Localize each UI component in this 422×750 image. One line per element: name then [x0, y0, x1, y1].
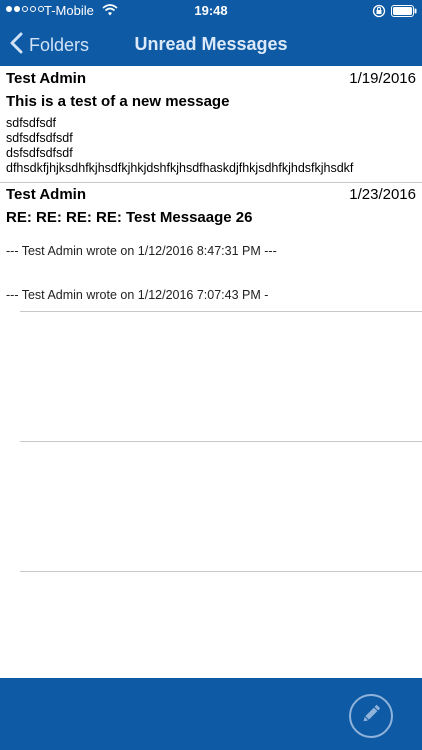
- pencil-icon: [359, 702, 383, 731]
- message-sender: Test Admin: [6, 70, 87, 87]
- status-time: 19:48: [194, 3, 228, 18]
- message-preview-line: sdfsdfsdf: [6, 116, 57, 130]
- row-divider: [20, 441, 422, 442]
- row-divider: [20, 311, 422, 312]
- message-subject: RE: RE: RE: RE: Test Messaage 26: [6, 209, 253, 226]
- message-preview-line: dfhsdkfjhjksdhfkjhsdfkjhkjdshfkjhsdfhask…: [6, 161, 354, 175]
- message-item[interactable]: Test Admin 1/19/2016 This is a test of a…: [0, 66, 422, 182]
- navigation-header: T-Mobile 19:48 Folders Unread Messages: [0, 0, 422, 66]
- battery-icon: [391, 5, 417, 20]
- message-item[interactable]: Test Admin 1/23/2016 RE: RE: RE: RE: Tes…: [0, 182, 422, 312]
- message-preview-line: dsfsdfsdfsdf: [6, 146, 73, 160]
- page-title: Unread Messages: [134, 34, 288, 54]
- message-preview-line: sdfsdfsdfsdf: [6, 131, 73, 145]
- message-sender: Test Admin: [6, 186, 87, 203]
- message-date: 1/19/2016: [349, 70, 416, 87]
- row-divider: [20, 571, 422, 572]
- message-date: 1/23/2016: [349, 186, 416, 203]
- rotation-lock-icon: [372, 4, 386, 21]
- status-bar: T-Mobile 19:48: [0, 0, 422, 22]
- message-divider: [0, 182, 422, 183]
- compose-button[interactable]: [349, 694, 393, 738]
- message-quote-line: --- Test Admin wrote on 1/12/2016 8:47:3…: [6, 244, 277, 258]
- message-subject: This is a test of a new message: [6, 93, 230, 110]
- message-list: Test Admin 1/19/2016 This is a test of a…: [0, 66, 422, 312]
- message-quote-line: --- Test Admin wrote on 1/12/2016 7:07:4…: [6, 288, 269, 302]
- message-preview: sdfsdfsdf sdfsdfsdfsdf dsfsdfsdfsdf dfhs…: [6, 116, 416, 176]
